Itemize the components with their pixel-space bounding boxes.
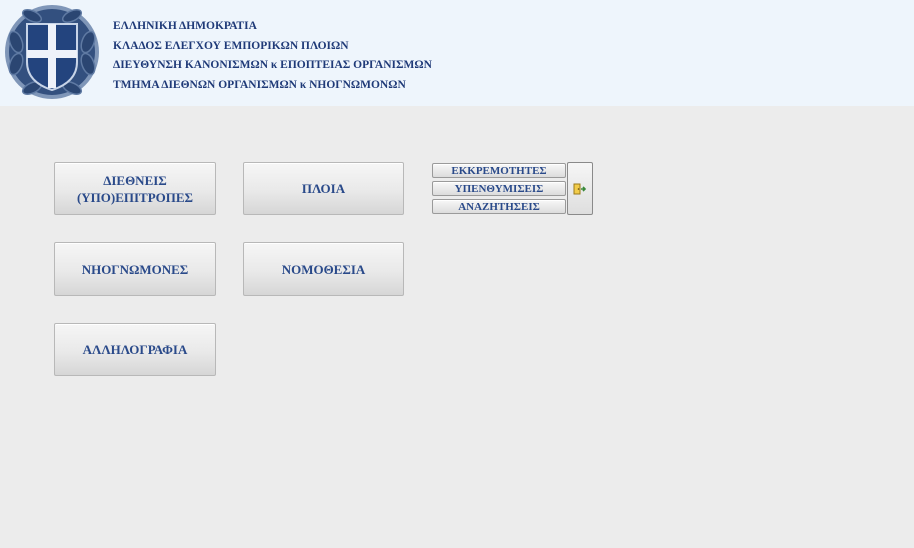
legislation-label: ΝΟΜΟΘΕΣΙΑ — [281, 261, 366, 277]
exit-door-icon — [573, 183, 587, 194]
header-title-block: ΕΛΛΗΝΙΚΗ ΔΗΜΟΚΡΑΤΙΑ ΚΛΑΔΟΣ ΕΛΕΓΧΟΥ ΕΜΠΟΡ… — [113, 17, 432, 95]
pending-label: ΕΚΚΡΕΜΟΤΗΤΕΣ — [451, 164, 547, 177]
committees-label-line2: (ΥΠΟ)ΕΠΙΤΡΟΠΕΣ — [76, 189, 194, 205]
searches-button[interactable]: ΑΝΑΖΗΤΗΣΕΙΣ — [432, 199, 566, 214]
searches-label: ΑΝΑΖΗΤΗΣΕΙΣ — [458, 200, 540, 213]
pending-button[interactable]: ΕΚΚΡΕΜΟΤΗΤΕΣ — [432, 163, 566, 178]
classification-societies-button[interactable]: ΝΗΟΓΝΩΜΟΝΕΣ — [54, 242, 216, 296]
exit-button[interactable] — [567, 162, 593, 215]
committees-label-line1: ΔΙΕΘΝΕΙΣ — [103, 172, 167, 188]
header-line-2: ΚΛΑΔΟΣ ΕΛΕΓΧΟΥ ΕΜΠΟΡΙΚΩΝ ΠΛΟΙΩΝ — [113, 39, 349, 52]
greek-coat-of-arms-icon — [5, 5, 99, 99]
ships-button[interactable]: ΠΛΟΙΑ — [243, 162, 404, 215]
correspondence-button[interactable]: ΑΛΛΗΛΟΓΡΑΦΙΑ — [54, 323, 216, 376]
header-line-1: ΕΛΛΗΝΙΚΗ ΔΗΜΟΚΡΑΤΙΑ — [113, 20, 257, 32]
header-banner: ΕΛΛΗΝΙΚΗ ΔΗΜΟΚΡΑΤΙΑ ΚΛΑΔΟΣ ΕΛΕΓΧΟΥ ΕΜΠΟΡ… — [0, 0, 914, 106]
ships-label: ΠΛΟΙΑ — [301, 181, 346, 196]
reminders-button[interactable]: ΥΠΕΝΘΥΜΙΣΕΙΣ — [432, 181, 566, 196]
header-line-4: ΤΜΗΜΑ ΔΙΕΘΝΩΝ ΟΡΓΑΝΙΣΜΩΝ κ ΝΗΟΓΝΩΜΟΝΩΝ — [113, 78, 406, 91]
classification-label: ΝΗΟΓΝΩΜΟΝΕΣ — [81, 261, 189, 277]
correspondence-label: ΑΛΛΗΛΟΓΡΑΦΙΑ — [82, 342, 188, 357]
header-line-3: ΔΙΕΥΘΥΝΣΗ ΚΑΝΟΝΙΣΜΩΝ κ ΕΠΟΠΤΕΙΑΣ ΟΡΓΑΝΙΣ… — [113, 59, 432, 71]
reminders-label: ΥΠΕΝΘΥΜΙΣΕΙΣ — [454, 182, 544, 195]
legislation-button[interactable]: ΝΟΜΟΘΕΣΙΑ — [243, 242, 404, 296]
committees-button[interactable]: ΔΙΕΘΝΕΙΣ (ΥΠΟ)ΕΠΙΤΡΟΠΕΣ — [54, 162, 216, 215]
